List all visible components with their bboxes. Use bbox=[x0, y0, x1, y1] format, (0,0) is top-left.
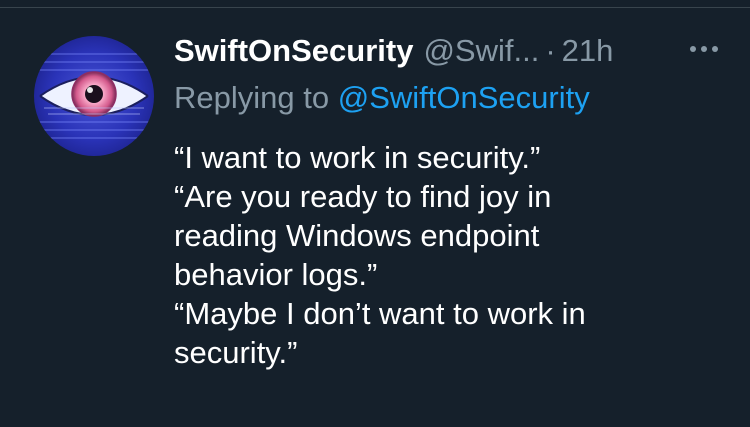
tweet-header: SwiftOnSecurity @Swif... · 21h bbox=[174, 30, 734, 72]
tweet-text-line: security.” bbox=[174, 335, 298, 370]
tweet-text-line: reading Windows endpoint bbox=[174, 218, 540, 253]
tweet-text: “I want to work in security.” “Are you r… bbox=[174, 138, 734, 372]
timestamp[interactable]: 21h bbox=[562, 33, 614, 69]
author-handle[interactable]: @Swif... bbox=[423, 33, 539, 69]
author-name[interactable]: SwiftOnSecurity bbox=[174, 33, 413, 69]
tweet-text-line: “Maybe I don’t want to work in bbox=[174, 296, 586, 331]
more-horizontal-icon bbox=[690, 46, 718, 52]
eye-avatar-image bbox=[34, 36, 154, 156]
tweet[interactable]: SwiftOnSecurity @Swif... · 21h Replying … bbox=[0, 0, 750, 427]
more-options-button[interactable] bbox=[686, 36, 722, 62]
reply-to-link[interactable]: @SwiftOnSecurity bbox=[338, 80, 590, 115]
reply-prefix: Replying to bbox=[174, 80, 330, 115]
tweet-text-line: behavior logs.” bbox=[174, 257, 378, 292]
separator-dot: · bbox=[545, 33, 556, 68]
avatar[interactable] bbox=[34, 36, 154, 156]
replying-to-line: Replying to @SwiftOnSecurity bbox=[174, 80, 590, 116]
tweet-text-line: “I want to work in security.” bbox=[174, 140, 541, 175]
tweet-text-line: “Are you ready to find joy in bbox=[174, 179, 552, 214]
